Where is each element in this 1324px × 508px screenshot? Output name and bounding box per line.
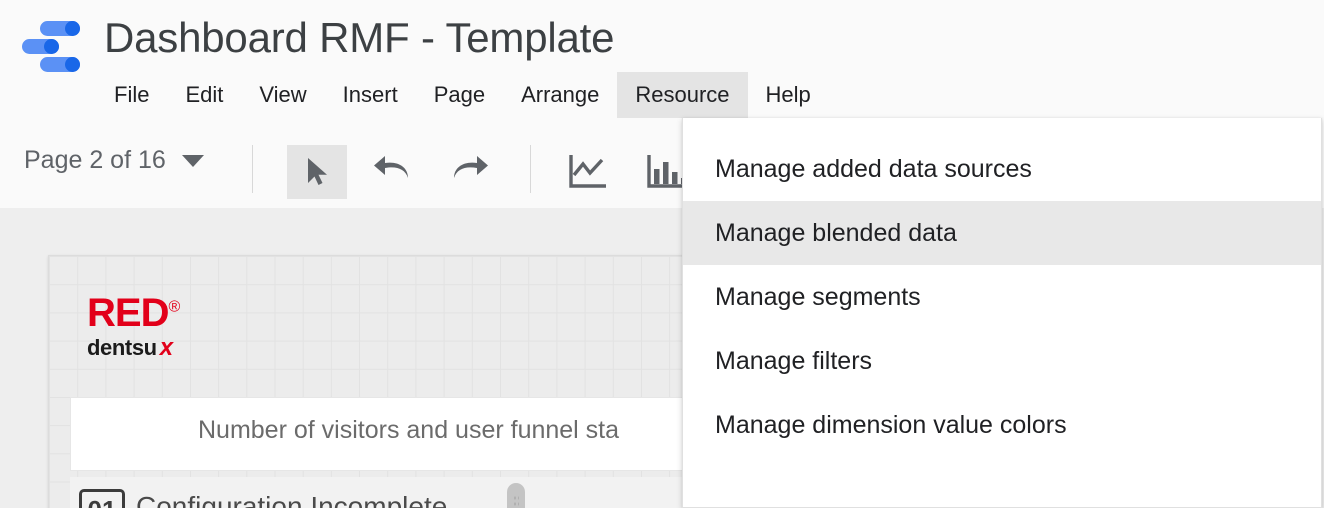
cursor-arrow-icon (304, 157, 330, 187)
menu-option-manage-blended-data[interactable]: Manage blended data (683, 201, 1321, 265)
section-number-badge: 01 (79, 489, 125, 508)
page-selector[interactable]: Page 2 of 16 (24, 146, 204, 175)
bar-chart-icon (646, 153, 686, 191)
looker-studio-logo-icon[interactable] (18, 20, 84, 74)
brand-name: RED® (87, 293, 247, 333)
menu-item-file[interactable]: File (96, 72, 167, 118)
app-header: Dashboard RMF - Template File Edit View … (0, 0, 1324, 118)
line-chart-tool-button[interactable] (558, 145, 618, 199)
menu-item-page[interactable]: Page (416, 72, 503, 118)
menu-bar: File Edit View Insert Page Arrange Resou… (96, 72, 829, 118)
red-dentsu-x-logo: RED® dentsux (87, 293, 247, 360)
resize-drag-handle[interactable] (507, 483, 525, 508)
looker-studio-report-editor: Dashboard RMF - Template File Edit View … (0, 0, 1324, 508)
undo-button[interactable] (362, 145, 422, 199)
menu-item-view[interactable]: View (241, 72, 324, 118)
menu-item-help[interactable]: Help (748, 72, 829, 118)
section-title: Configuration Incomplete (136, 491, 447, 508)
page-selector-label: Page 2 of 16 (24, 146, 166, 175)
resource-dropdown-menu: Manage added data sources Manage blended… (682, 118, 1322, 508)
report-headline-text: Number of visitors and user funnel sta (198, 416, 619, 445)
redo-button[interactable] (440, 145, 500, 199)
logo-pill-middle (22, 39, 59, 54)
menu-item-insert[interactable]: Insert (325, 72, 416, 118)
menu-item-edit[interactable]: Edit (167, 72, 241, 118)
menu-item-arrange[interactable]: Arrange (503, 72, 617, 118)
logo-dot-middle (44, 39, 59, 54)
menu-item-resource[interactable]: Resource (617, 72, 747, 118)
undo-arrow-icon (372, 156, 412, 188)
logo-dot-bottom (65, 57, 80, 72)
chevron-down-icon (182, 155, 204, 167)
menu-option-manage-filters[interactable]: Manage filters (683, 329, 1321, 393)
registered-mark-icon: ® (168, 299, 179, 316)
menu-option-manage-segments[interactable]: Manage segments (683, 265, 1321, 329)
select-tool-button[interactable] (287, 145, 347, 199)
line-chart-icon (568, 153, 608, 191)
menu-option-manage-added-data-sources[interactable]: Manage added data sources (683, 137, 1321, 201)
toolbar-divider-2 (530, 145, 531, 193)
logo-pill-top (40, 21, 80, 36)
document-title[interactable]: Dashboard RMF - Template (104, 14, 614, 62)
brand-subname: dentsux (87, 336, 247, 360)
brand-x-mark: x (160, 334, 173, 361)
toolbar-divider-1 (252, 145, 253, 193)
logo-dot-top (65, 21, 80, 36)
redo-arrow-icon (450, 156, 490, 188)
menu-option-manage-dimension-value-colors[interactable]: Manage dimension value colors (683, 393, 1321, 457)
logo-pill-bottom (40, 57, 80, 72)
